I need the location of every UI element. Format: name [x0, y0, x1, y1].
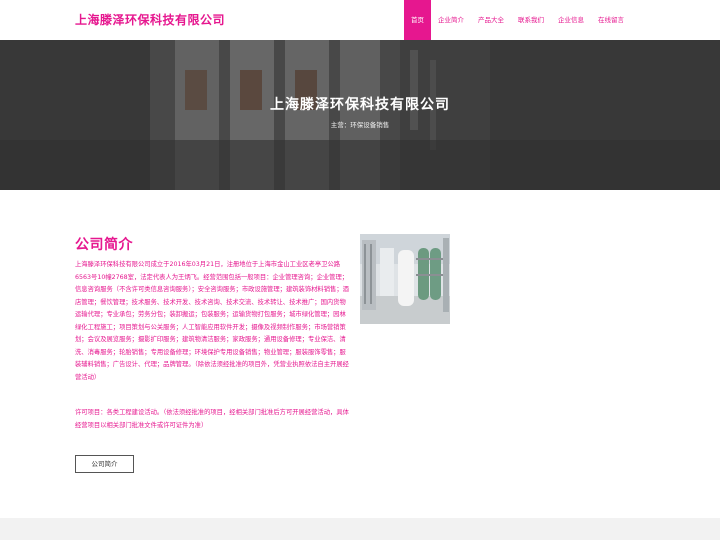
nav-company-intro[interactable]: 企业简介 [431, 0, 471, 40]
main-nav: 首页 企业简介 产品大全 联系我们 企业信息 在线留言 [404, 0, 631, 40]
nav-message[interactable]: 在线留言 [591, 0, 631, 40]
nav-home[interactable]: 首页 [404, 0, 431, 40]
brand-logo-text[interactable]: 上海滕泽环保科技有限公司 [75, 11, 225, 28]
nav-company-info[interactable]: 企业信息 [551, 0, 591, 40]
hero-subtitle: 主营：环保设备销售 [330, 121, 390, 129]
hero-banner: 上海滕泽环保科技有限公司 主营：环保设备销售 [0, 40, 720, 190]
hero-title: 上海滕泽环保科技有限公司 [270, 97, 450, 113]
hero-overlay [0, 40, 720, 190]
company-intro-text: 上海滕泽环保科技有限公司成立于2016年03月21日，注册地位于上海市金山工业区… [75, 261, 349, 381]
license-text: 许可项目：各类工程建设活动。（依法须经批准的项目，经相关部门批准后方可开展经营活… [75, 409, 349, 429]
equipment-photo [360, 234, 450, 324]
nav-contact[interactable]: 联系我们 [511, 0, 551, 40]
nav-products[interactable]: 产品大全 [471, 0, 511, 40]
water-treatment-equipment-image [360, 234, 450, 324]
company-intro-button[interactable]: 公司简介 [75, 455, 134, 473]
section-title-about: 公司简介 [75, 237, 133, 253]
top-navbar: 上海滕泽环保科技有限公司 首页 企业简介 产品大全 联系我们 企业信息 在线留言 [0, 0, 720, 40]
footer-band [0, 518, 720, 540]
